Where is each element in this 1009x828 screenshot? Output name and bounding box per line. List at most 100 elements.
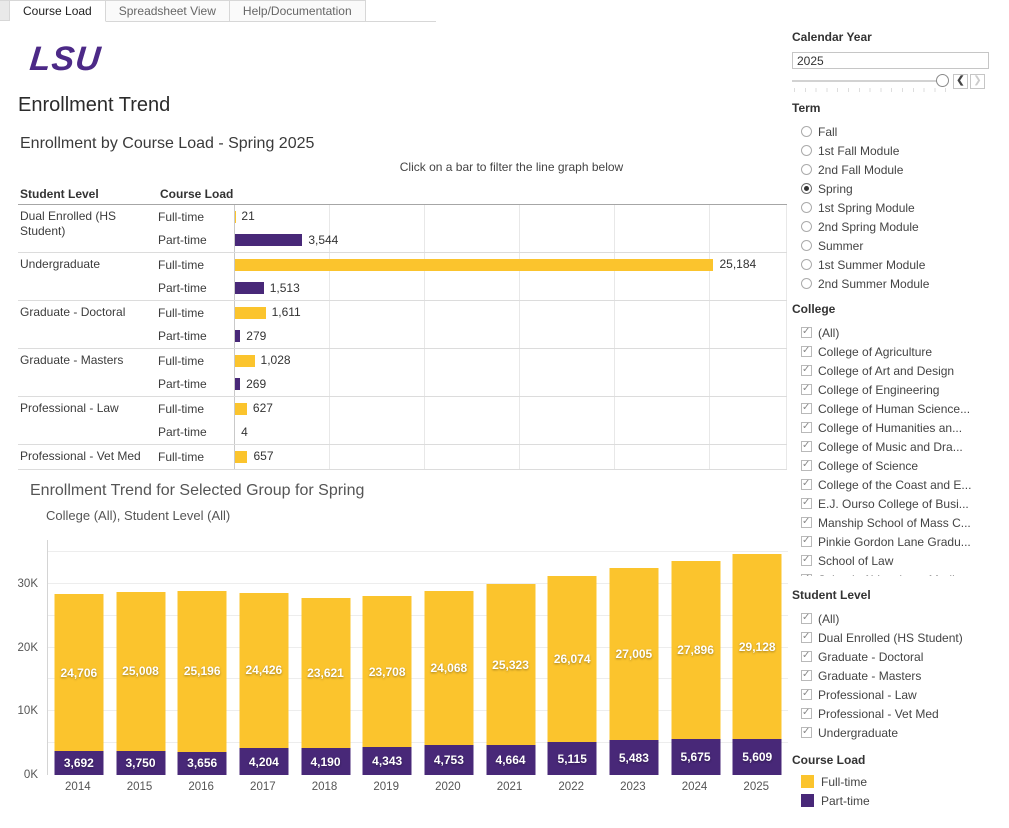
tab-course-load[interactable]: Course Load xyxy=(10,0,106,22)
part-time-value-label: 4,664 xyxy=(480,752,542,768)
college-option-option-label: School of Veterinary Medi... xyxy=(818,573,965,577)
x-tick-label: 2015 xyxy=(109,781,171,793)
college-option-e-j-ourso-college-of-busi[interactable]: E.J. Ourso College of Busi... xyxy=(792,494,1009,513)
checkbox-checked-icon xyxy=(801,422,812,433)
term-option-1st-summer-module[interactable]: 1st Summer Module xyxy=(792,255,1009,274)
college-option-college-of-music-and-dra[interactable]: College of Music and Dra... xyxy=(792,437,1009,456)
college-option-college-of-engineering[interactable]: College of Engineering xyxy=(792,380,1009,399)
bar-graduate-doctoral-full-time[interactable] xyxy=(235,307,266,319)
bar-undergraduate-full-time[interactable] xyxy=(235,259,713,271)
trend-y-axis: 0K10K20K30K xyxy=(0,540,42,775)
term-option-spring[interactable]: Spring xyxy=(792,179,1009,198)
student-level-option-professional-vet-med[interactable]: Professional - Vet Med xyxy=(792,704,1009,723)
radio-icon xyxy=(801,221,812,232)
course-load-cell: Full-time xyxy=(158,354,234,368)
college-option-college-of-human-science[interactable]: College of Human Science... xyxy=(792,399,1009,418)
course-load-chart-subtitle: Click on a bar to filter the line graph … xyxy=(236,160,787,174)
bar-dual-enrolled-hs-student-part-time[interactable] xyxy=(235,234,302,246)
y-tick-label: 10K xyxy=(0,704,38,718)
tab-help-documentation[interactable]: Help/Documentation xyxy=(230,0,366,22)
course-load-cell: Full-time xyxy=(158,258,234,272)
student-level-option-option-label: Graduate - Doctoral xyxy=(818,650,923,664)
student-level-option-option-label: Dual Enrolled (HS Student) xyxy=(818,631,963,645)
calendar-year-next-button[interactable]: ❯ xyxy=(970,74,985,89)
student-level-option-undergraduate[interactable]: Undergraduate xyxy=(792,723,1009,742)
student-level-cell: Professional - Vet Med xyxy=(18,445,158,469)
college-option-college-of-agriculture[interactable]: College of Agriculture xyxy=(792,342,1009,361)
student-level-option-professional-law[interactable]: Professional - Law xyxy=(792,685,1009,704)
college-option-option-label: Manship School of Mass C... xyxy=(818,516,971,530)
tab-spreadsheet-view[interactable]: Spreadsheet View xyxy=(106,0,230,22)
bar-graduate-doctoral-part-time[interactable] xyxy=(235,330,240,342)
part-time-value-label: 3,692 xyxy=(48,755,110,771)
course-load-cell: Part-time xyxy=(158,329,234,343)
calendar-year-slider-handle[interactable] xyxy=(936,74,949,87)
x-tick-label: 2016 xyxy=(170,781,232,793)
college-option-college-of-the-coast-and-e[interactable]: College of the Coast and E... xyxy=(792,475,1009,494)
calendar-year-prev-button[interactable]: ❮ xyxy=(953,74,968,89)
term-option-2nd-fall-module[interactable]: 2nd Fall Module xyxy=(792,160,1009,179)
college-option-school-of-law[interactable]: School of Law xyxy=(792,551,1009,570)
course-load-group-graduate-doctoral: Graduate - DoctoralFull-time1,611Part-ti… xyxy=(18,301,787,349)
student-level-option-option-label: Professional - Law xyxy=(818,688,917,702)
college-option-college-of-art-and-design[interactable]: College of Art and Design xyxy=(792,361,1009,380)
college-option-all[interactable]: (All) xyxy=(792,323,1009,342)
bar-value-label: 269 xyxy=(246,377,266,391)
checkbox-checked-icon xyxy=(801,460,812,471)
student-level-option-dual-enrolled-hs-student[interactable]: Dual Enrolled (HS Student) xyxy=(792,628,1009,647)
legend-item-part-time[interactable]: Part-time xyxy=(792,791,1009,810)
term-option-2nd-spring-module[interactable]: 2nd Spring Module xyxy=(792,217,1009,236)
bar-cell: 627 xyxy=(234,397,787,421)
term-option-fall[interactable]: Fall xyxy=(792,122,1009,141)
course-load-group-professional-vet-med: Professional - Vet MedFull-time657 xyxy=(18,445,787,470)
bar-professional-vet-med-full-time[interactable] xyxy=(235,451,247,463)
checkbox-checked-icon xyxy=(801,632,812,643)
course-load-row: Part-time3,544 xyxy=(158,229,787,253)
bar-value-label: 657 xyxy=(253,449,273,463)
college-option-school-of-veterinary-medi[interactable]: School of Veterinary Medi... xyxy=(792,570,1009,576)
college-option-option-label: College of Engineering xyxy=(818,383,939,397)
course-load-legend: Full-timePart-time xyxy=(792,772,1009,810)
term-option-1st-fall-module[interactable]: 1st Fall Module xyxy=(792,141,1009,160)
bar-graduate-masters-part-time[interactable] xyxy=(235,378,240,390)
x-tick-label: 2021 xyxy=(479,781,541,793)
tab-bar-tail xyxy=(366,0,436,22)
student-level-option-graduate-masters[interactable]: Graduate - Masters xyxy=(792,666,1009,685)
student-level-option-option-label: (All) xyxy=(818,612,839,626)
student-level-cell: Graduate - Doctoral xyxy=(18,301,158,348)
checkbox-checked-icon xyxy=(801,555,812,566)
bar-value-label: 21 xyxy=(241,209,254,223)
radio-icon xyxy=(801,278,812,289)
part-time-value-label: 4,753 xyxy=(418,752,480,768)
student-level-option-all[interactable]: (All) xyxy=(792,609,1009,628)
term-option-option-label: Fall xyxy=(818,125,837,139)
bar-graduate-masters-full-time[interactable] xyxy=(235,355,255,367)
college-option-option-label: College of the Coast and E... xyxy=(818,478,971,492)
bar-undergraduate-part-time[interactable] xyxy=(235,282,264,294)
course-load-cell: Full-time xyxy=(158,306,234,320)
calendar-year-input[interactable] xyxy=(792,52,989,69)
checkbox-checked-icon xyxy=(801,346,812,357)
bar-cell: 269 xyxy=(234,373,787,397)
calendar-year-slider-track[interactable] xyxy=(792,80,944,82)
full-time-value-label: 27,896 xyxy=(665,642,727,658)
college-option-college-of-humanities-an[interactable]: College of Humanities an... xyxy=(792,418,1009,437)
college-option-pinkie-gordon-lane-gradu[interactable]: Pinkie Gordon Lane Gradu... xyxy=(792,532,1009,551)
term-option-summer[interactable]: Summer xyxy=(792,236,1009,255)
bar-professional-law-full-time[interactable] xyxy=(235,403,247,415)
term-option-option-label: 2nd Fall Module xyxy=(818,163,903,177)
tab-bar: Course LoadSpreadsheet ViewHelp/Document… xyxy=(0,0,436,22)
college-option-option-label: E.J. Ourso College of Busi... xyxy=(818,497,969,511)
term-option-1st-spring-module[interactable]: 1st Spring Module xyxy=(792,198,1009,217)
y-tick-label: 30K xyxy=(0,577,38,591)
trend-column-2015: 25,0083,750 xyxy=(110,540,172,775)
trend-column-2022: 26,0745,115 xyxy=(541,540,603,775)
term-label: Term xyxy=(792,101,820,115)
trend-column-2021: 25,3234,664 xyxy=(480,540,542,775)
trend-plot-area: 24,7063,69225,0083,75025,1963,65624,4264… xyxy=(47,540,788,775)
student-level-option-graduate-doctoral[interactable]: Graduate - Doctoral xyxy=(792,647,1009,666)
college-option-manship-school-of-mass-c[interactable]: Manship School of Mass C... xyxy=(792,513,1009,532)
legend-item-full-time[interactable]: Full-time xyxy=(792,772,1009,791)
college-option-college-of-science[interactable]: College of Science xyxy=(792,456,1009,475)
term-option-2nd-summer-module[interactable]: 2nd Summer Module xyxy=(792,274,1009,293)
